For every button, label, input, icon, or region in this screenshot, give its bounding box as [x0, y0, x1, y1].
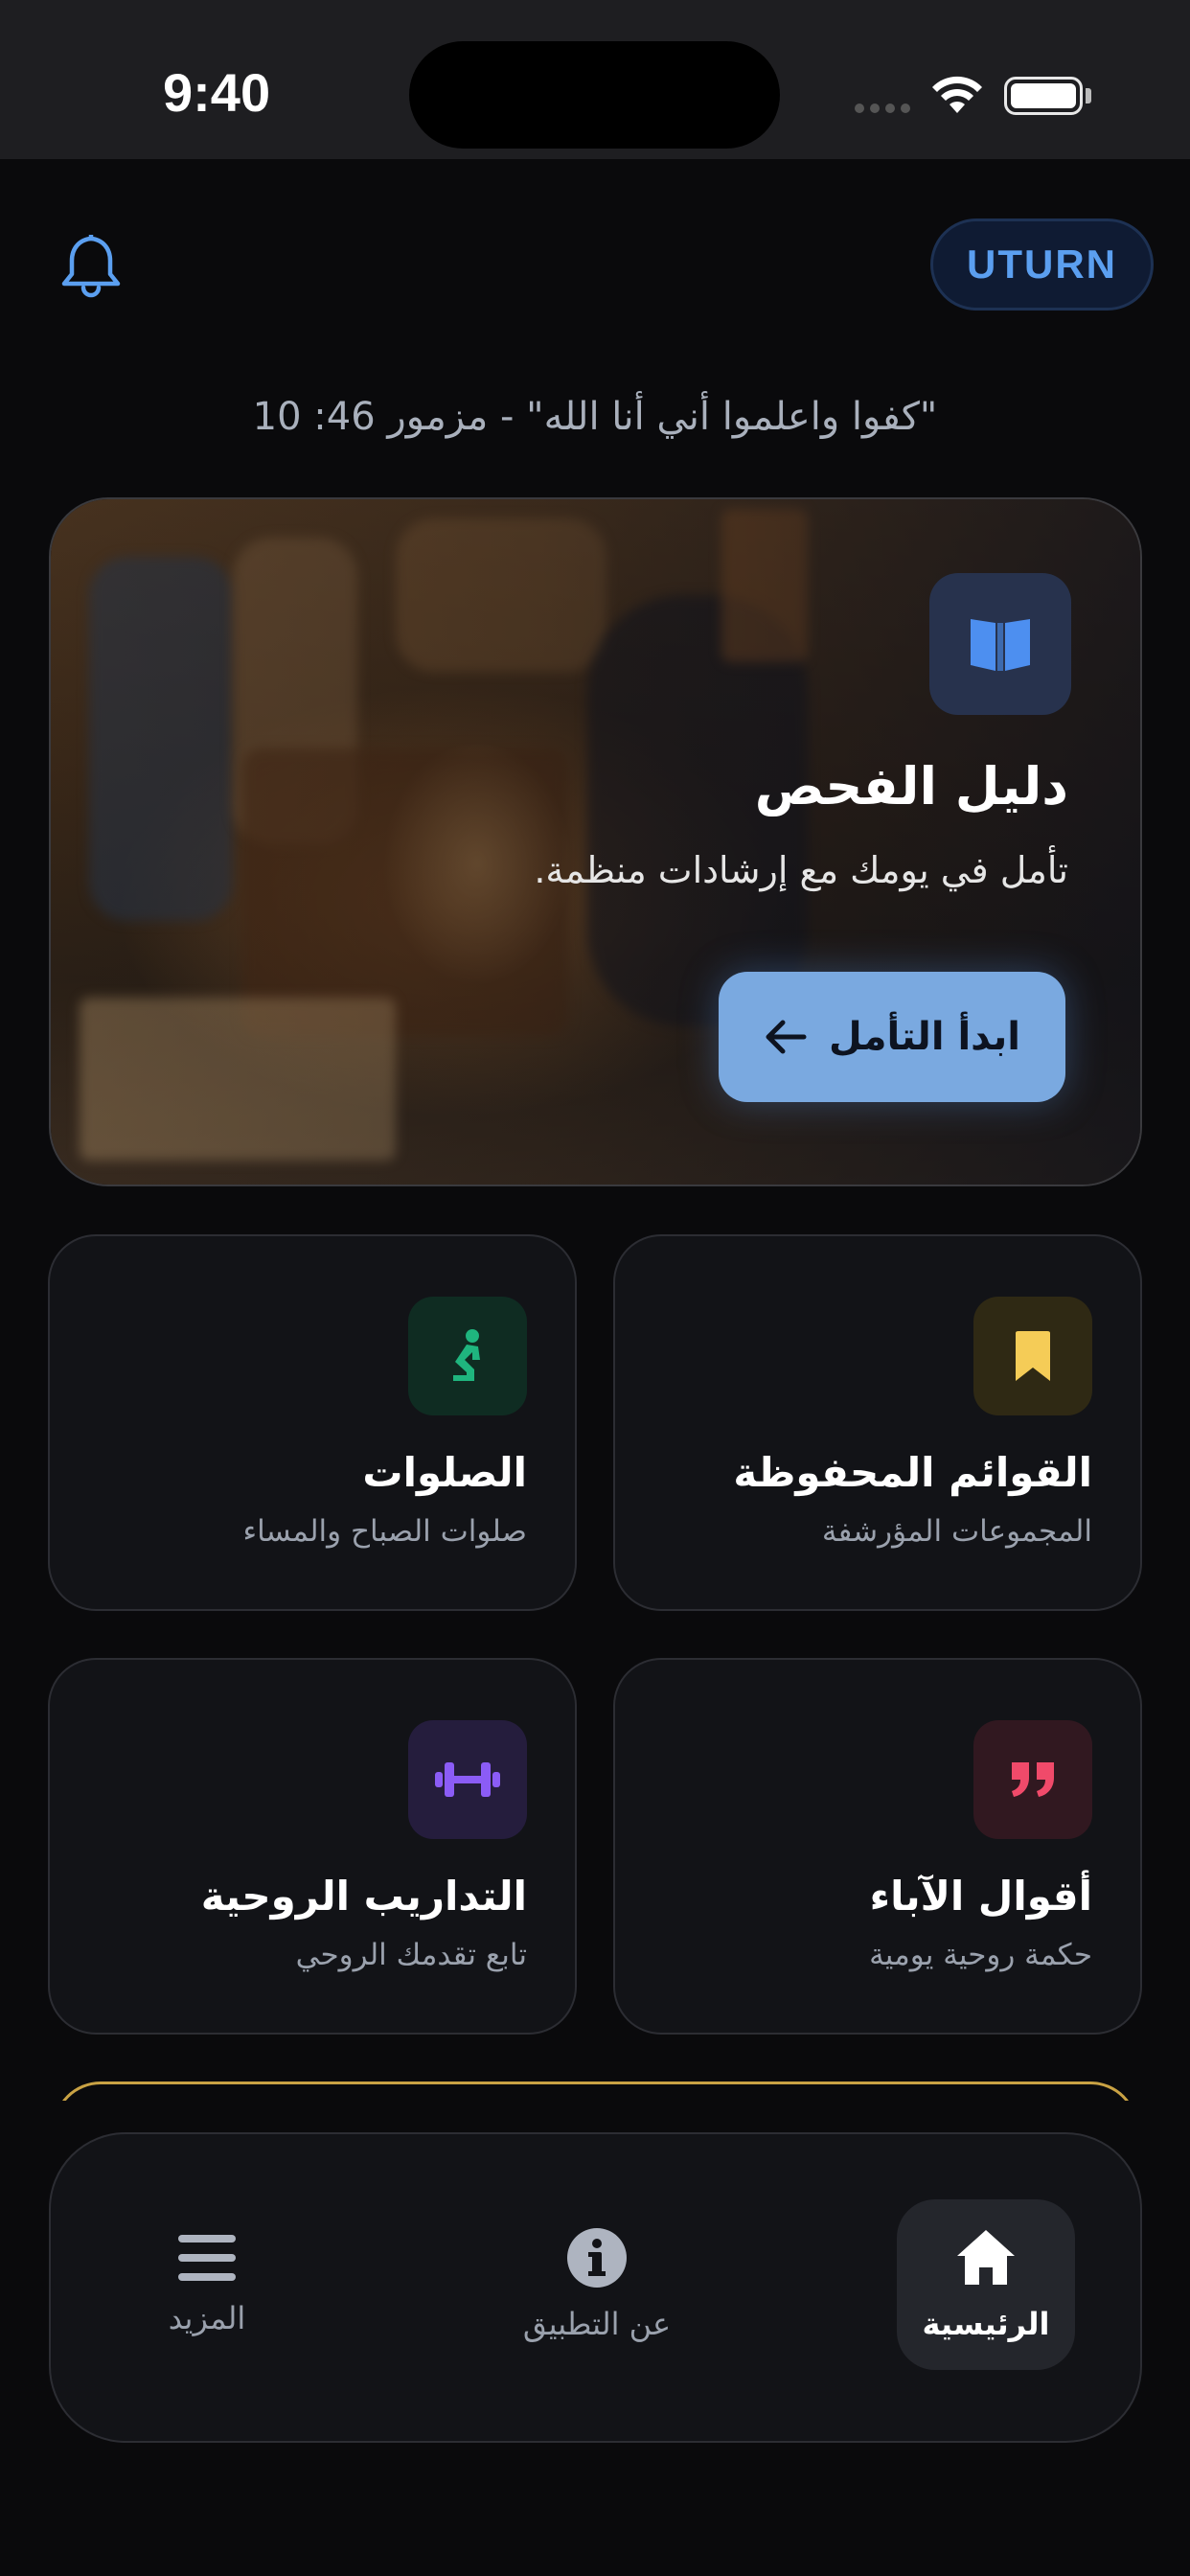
home-icon [957, 2230, 1015, 2285]
tile-subtitle: حكمة روحية يومية [869, 1938, 1092, 1972]
nav-label: عن التطبيق [522, 2306, 672, 2342]
dumbbell-icon [435, 1762, 500, 1797]
hero-title: دليل الفحص [754, 756, 1068, 816]
tile-icon-box [408, 1720, 527, 1839]
tile-icon-box [973, 1720, 1092, 1839]
tile-title: أقوال الآباء [869, 1873, 1092, 1920]
wifi-icon [932, 76, 982, 113]
nav-home[interactable]: الرئيسية [897, 2199, 1075, 2370]
notification-bell-icon[interactable] [59, 230, 123, 301]
hero-subtitle: تأمل في يومك مع إرشادات منظمة. [534, 849, 1068, 891]
nav-label: المزيد [168, 2300, 246, 2336]
daily-verse: "كفوا واعلموا أني أنا الله" - مزمور 46: … [252, 395, 938, 439]
bottom-navigation: الرئيسية عن التطبيق المزيد [49, 2132, 1142, 2443]
tile-icon-box [408, 1297, 527, 1415]
tile-subtitle: صلوات الصباح والمساء [242, 1514, 527, 1549]
nav-label: الرئيسية [922, 2306, 1050, 2342]
brand-label: UTURN [967, 242, 1117, 287]
nav-about[interactable]: عن التطبيق [508, 2199, 686, 2370]
quote-icon [1012, 1762, 1054, 1797]
arrow-left-icon [766, 1020, 807, 1054]
tile-icon-box [973, 1297, 1092, 1415]
saved-lists-tile[interactable]: القوائم المحفوظة المجموعات المؤرشفة [613, 1234, 1142, 1611]
fathers-sayings-tile[interactable]: أقوال الآباء حكمة روحية يومية [613, 1658, 1142, 2035]
hero-icon-box [929, 573, 1071, 715]
menu-icon [178, 2235, 236, 2281]
tile-subtitle: المجموعات المؤرشفة [821, 1514, 1092, 1549]
status-bar: 9:40 [0, 0, 1190, 159]
battery-icon [1004, 77, 1083, 115]
nav-more[interactable]: المزيد [118, 2199, 296, 2370]
praying-icon [453, 1329, 480, 1381]
dynamic-island [409, 41, 780, 149]
open-book-icon [971, 619, 1030, 671]
status-time: 9:40 [163, 62, 271, 123]
tile-title: القوائم المحفوظة [733, 1449, 1092, 1496]
prayers-tile[interactable]: الصلوات صلوات الصباح والمساء [48, 1234, 577, 1611]
examination-guide-card[interactable]: دليل الفحص تأمل في يومك مع إرشادات منظمة… [49, 497, 1142, 1186]
tile-title: التداريب الروحية [200, 1873, 527, 1920]
start-reflection-label: ابدأ التأمل [828, 1015, 1021, 1059]
cellular-signal-icon [855, 104, 910, 113]
spiritual-exercises-tile[interactable]: التداريب الروحية تابع تقدمك الروحي [48, 1658, 577, 2035]
tile-subtitle: تابع تقدمك الروحي [295, 1938, 527, 1972]
bookmark-icon [1016, 1331, 1050, 1381]
brand-badge[interactable]: UTURN [930, 218, 1154, 310]
info-icon [567, 2228, 627, 2288]
tile-title: الصلوات [362, 1449, 527, 1496]
start-reflection-button[interactable]: ابدأ التأمل [719, 972, 1065, 1102]
